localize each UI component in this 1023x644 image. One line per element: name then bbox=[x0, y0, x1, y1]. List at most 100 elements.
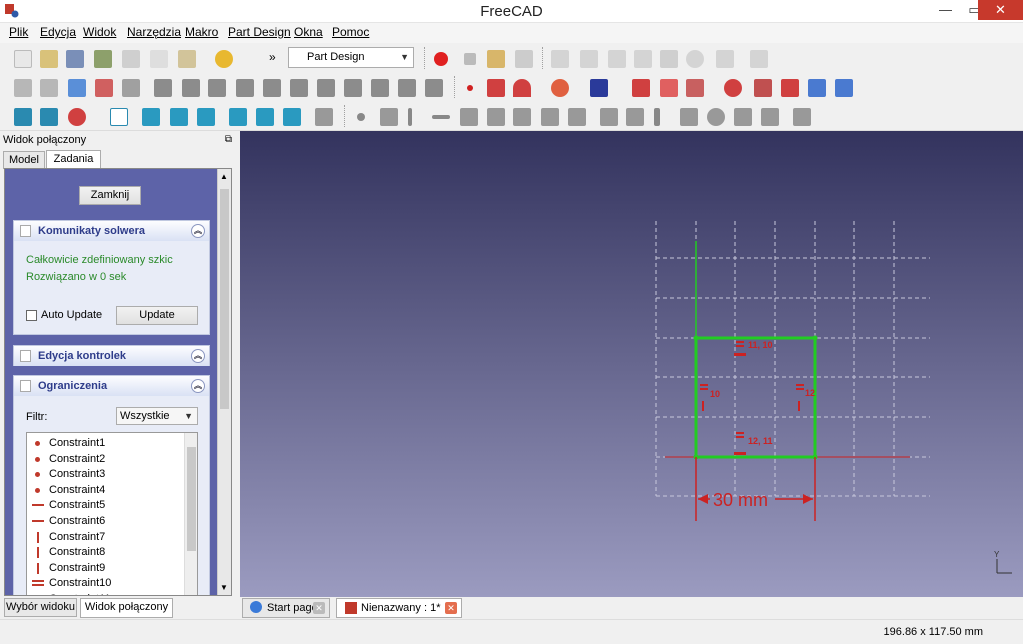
constraint-list-item[interactable]: Constraint3 bbox=[27, 467, 185, 482]
measure-icon[interactable] bbox=[315, 108, 333, 126]
linear-pattern-icon[interactable] bbox=[371, 79, 389, 97]
constrain-snell-icon[interactable] bbox=[761, 108, 779, 126]
constraint-list-item[interactable]: Constraint2 bbox=[27, 452, 185, 467]
constrain-parallel-icon[interactable] bbox=[460, 108, 478, 126]
constraint-icon[interactable] bbox=[716, 50, 734, 68]
filter-select[interactable]: Wszystkie ▼ bbox=[116, 407, 198, 425]
tab-start-page[interactable]: Start page ✕ bbox=[242, 598, 330, 618]
constrain-point-on-object-icon[interactable] bbox=[380, 108, 398, 126]
external-geometry-icon[interactable] bbox=[808, 79, 826, 97]
fit-all-icon[interactable] bbox=[14, 108, 32, 126]
slot-icon[interactable] bbox=[724, 79, 742, 97]
list-scrollbar[interactable] bbox=[184, 433, 197, 595]
tab-selection-view[interactable]: Wybór widoku bbox=[4, 598, 77, 617]
menu-tools[interactable]: Narzędzia bbox=[127, 25, 181, 39]
scroll-thumb[interactable] bbox=[220, 189, 229, 409]
cut-icon[interactable] bbox=[122, 50, 140, 68]
dimension-label[interactable]: 30 mm bbox=[713, 490, 768, 510]
lock-icon[interactable] bbox=[600, 108, 618, 126]
save-icon[interactable] bbox=[66, 50, 84, 68]
info-icon[interactable] bbox=[686, 50, 704, 68]
carbon-copy-icon[interactable] bbox=[835, 79, 853, 97]
point-icon[interactable] bbox=[467, 85, 473, 91]
top-view-icon[interactable] bbox=[170, 108, 188, 126]
mirror-icon[interactable] bbox=[344, 79, 362, 97]
sketch-icon[interactable] bbox=[14, 79, 32, 97]
copy-icon[interactable] bbox=[150, 50, 168, 68]
constrain-horizontal-distance-icon[interactable] bbox=[626, 108, 644, 126]
edit-macro-icon[interactable] bbox=[487, 50, 505, 68]
menu-file[interactable]: Plik bbox=[9, 25, 28, 39]
minimize-button[interactable]: — bbox=[931, 0, 960, 20]
polyline-icon[interactable] bbox=[632, 79, 650, 97]
conic-icon[interactable] bbox=[590, 79, 608, 97]
constraints-header[interactable]: Ograniczenia ︽ bbox=[14, 376, 209, 396]
run-macro-icon[interactable] bbox=[515, 50, 533, 68]
menu-edit[interactable]: Edycja bbox=[40, 25, 76, 39]
task-panel-scrollbar[interactable]: ▲ ▼ bbox=[217, 169, 231, 595]
close-tab-icon[interactable]: ✕ bbox=[313, 602, 325, 614]
update-button[interactable]: Update bbox=[116, 306, 198, 325]
right-view-icon[interactable] bbox=[197, 108, 215, 126]
select-icon[interactable] bbox=[580, 50, 598, 68]
constraints-list[interactable]: Constraint1 Constraint2 Constraint3 Constra… bbox=[26, 432, 198, 595]
draw-style-icon[interactable] bbox=[68, 108, 86, 126]
new-document-icon[interactable] bbox=[14, 50, 32, 68]
tab-document[interactable]: Nienazwany : 1* ✕ bbox=[336, 598, 462, 618]
constraint-list-item[interactable]: Constraint5 bbox=[27, 498, 185, 513]
close-button[interactable]: ✕ bbox=[978, 0, 1023, 20]
constrain-tangent-icon[interactable] bbox=[513, 108, 531, 126]
toolbar-overflow-button[interactable]: » bbox=[269, 50, 287, 68]
bottom-view-icon[interactable] bbox=[256, 108, 274, 126]
constrain-vertical-distance-icon[interactable] bbox=[654, 108, 660, 126]
open-folder-icon[interactable] bbox=[40, 50, 58, 68]
solver-header[interactable]: Komunikaty solwera ︽ bbox=[14, 221, 209, 241]
collapse-icon[interactable]: ︽ bbox=[191, 379, 205, 393]
revolution-icon[interactable] bbox=[208, 79, 226, 97]
constraint-list-item[interactable]: Constraint7 bbox=[27, 530, 185, 545]
polygon-icon[interactable] bbox=[686, 79, 704, 97]
3d-viewport[interactable]: 11, 10 10 12 12, 11 30 mm Y bbox=[240, 131, 1023, 597]
constrain-symmetric-icon[interactable] bbox=[568, 108, 586, 126]
scroll-thumb[interactable] bbox=[187, 447, 196, 551]
constrain-equal-icon[interactable] bbox=[541, 108, 559, 126]
constrain-coincident-icon[interactable] bbox=[357, 113, 365, 121]
tab-tasks[interactable]: Zadania bbox=[46, 150, 101, 168]
collapse-icon[interactable]: ︽ bbox=[191, 349, 205, 363]
upload-icon[interactable] bbox=[68, 79, 86, 97]
chevron-down-icon[interactable]: ▼ bbox=[220, 583, 228, 592]
paste-icon[interactable] bbox=[178, 50, 196, 68]
constrain-perpendicular-icon[interactable] bbox=[487, 108, 505, 126]
collapse-icon[interactable]: ︽ bbox=[191, 224, 205, 238]
constrain-horizontal-icon[interactable] bbox=[432, 115, 450, 119]
select-icon[interactable] bbox=[634, 50, 652, 68]
constraint-list-item[interactable]: Constraint6 bbox=[27, 514, 185, 529]
view-sketch-icon[interactable] bbox=[122, 79, 140, 97]
menu-part-design[interactable]: Part Design bbox=[228, 25, 291, 39]
groove-icon[interactable] bbox=[236, 79, 254, 97]
menu-view[interactable]: Widok bbox=[83, 25, 116, 39]
map-sketch-icon[interactable] bbox=[95, 79, 113, 97]
rectangle-icon[interactable] bbox=[660, 79, 678, 97]
close-task-button[interactable]: Zamknij bbox=[79, 186, 141, 205]
menu-help[interactable]: Pomoc bbox=[332, 25, 369, 39]
constraint-list-item[interactable]: Constraint10 bbox=[27, 576, 185, 591]
stop-macro-icon[interactable] bbox=[464, 53, 476, 65]
constrain-vertical-icon[interactable] bbox=[408, 108, 412, 126]
polar-pattern-icon[interactable] bbox=[398, 79, 416, 97]
chevron-up-icon[interactable]: ▲ bbox=[220, 172, 228, 181]
close-tab-icon[interactable]: ✕ bbox=[445, 602, 457, 614]
constraint-list-item[interactable]: Constraint11 bbox=[27, 592, 185, 595]
constraint-list-item[interactable]: Constraint8 bbox=[27, 545, 185, 560]
isometric-view-icon[interactable] bbox=[110, 108, 128, 126]
delete-icon[interactable] bbox=[660, 50, 678, 68]
undock-icon[interactable]: ⧉ bbox=[225, 134, 232, 145]
constrain-distance-icon[interactable] bbox=[680, 108, 698, 126]
pad-icon[interactable] bbox=[154, 79, 172, 97]
trim-icon[interactable] bbox=[781, 79, 799, 97]
constraint-list-item[interactable]: Constraint1 bbox=[27, 436, 185, 451]
chamfer-icon[interactable] bbox=[290, 79, 308, 97]
arc-icon[interactable] bbox=[513, 79, 531, 97]
tab-combo-view[interactable]: Widok połączony bbox=[80, 598, 173, 618]
select-icon[interactable] bbox=[551, 50, 569, 68]
